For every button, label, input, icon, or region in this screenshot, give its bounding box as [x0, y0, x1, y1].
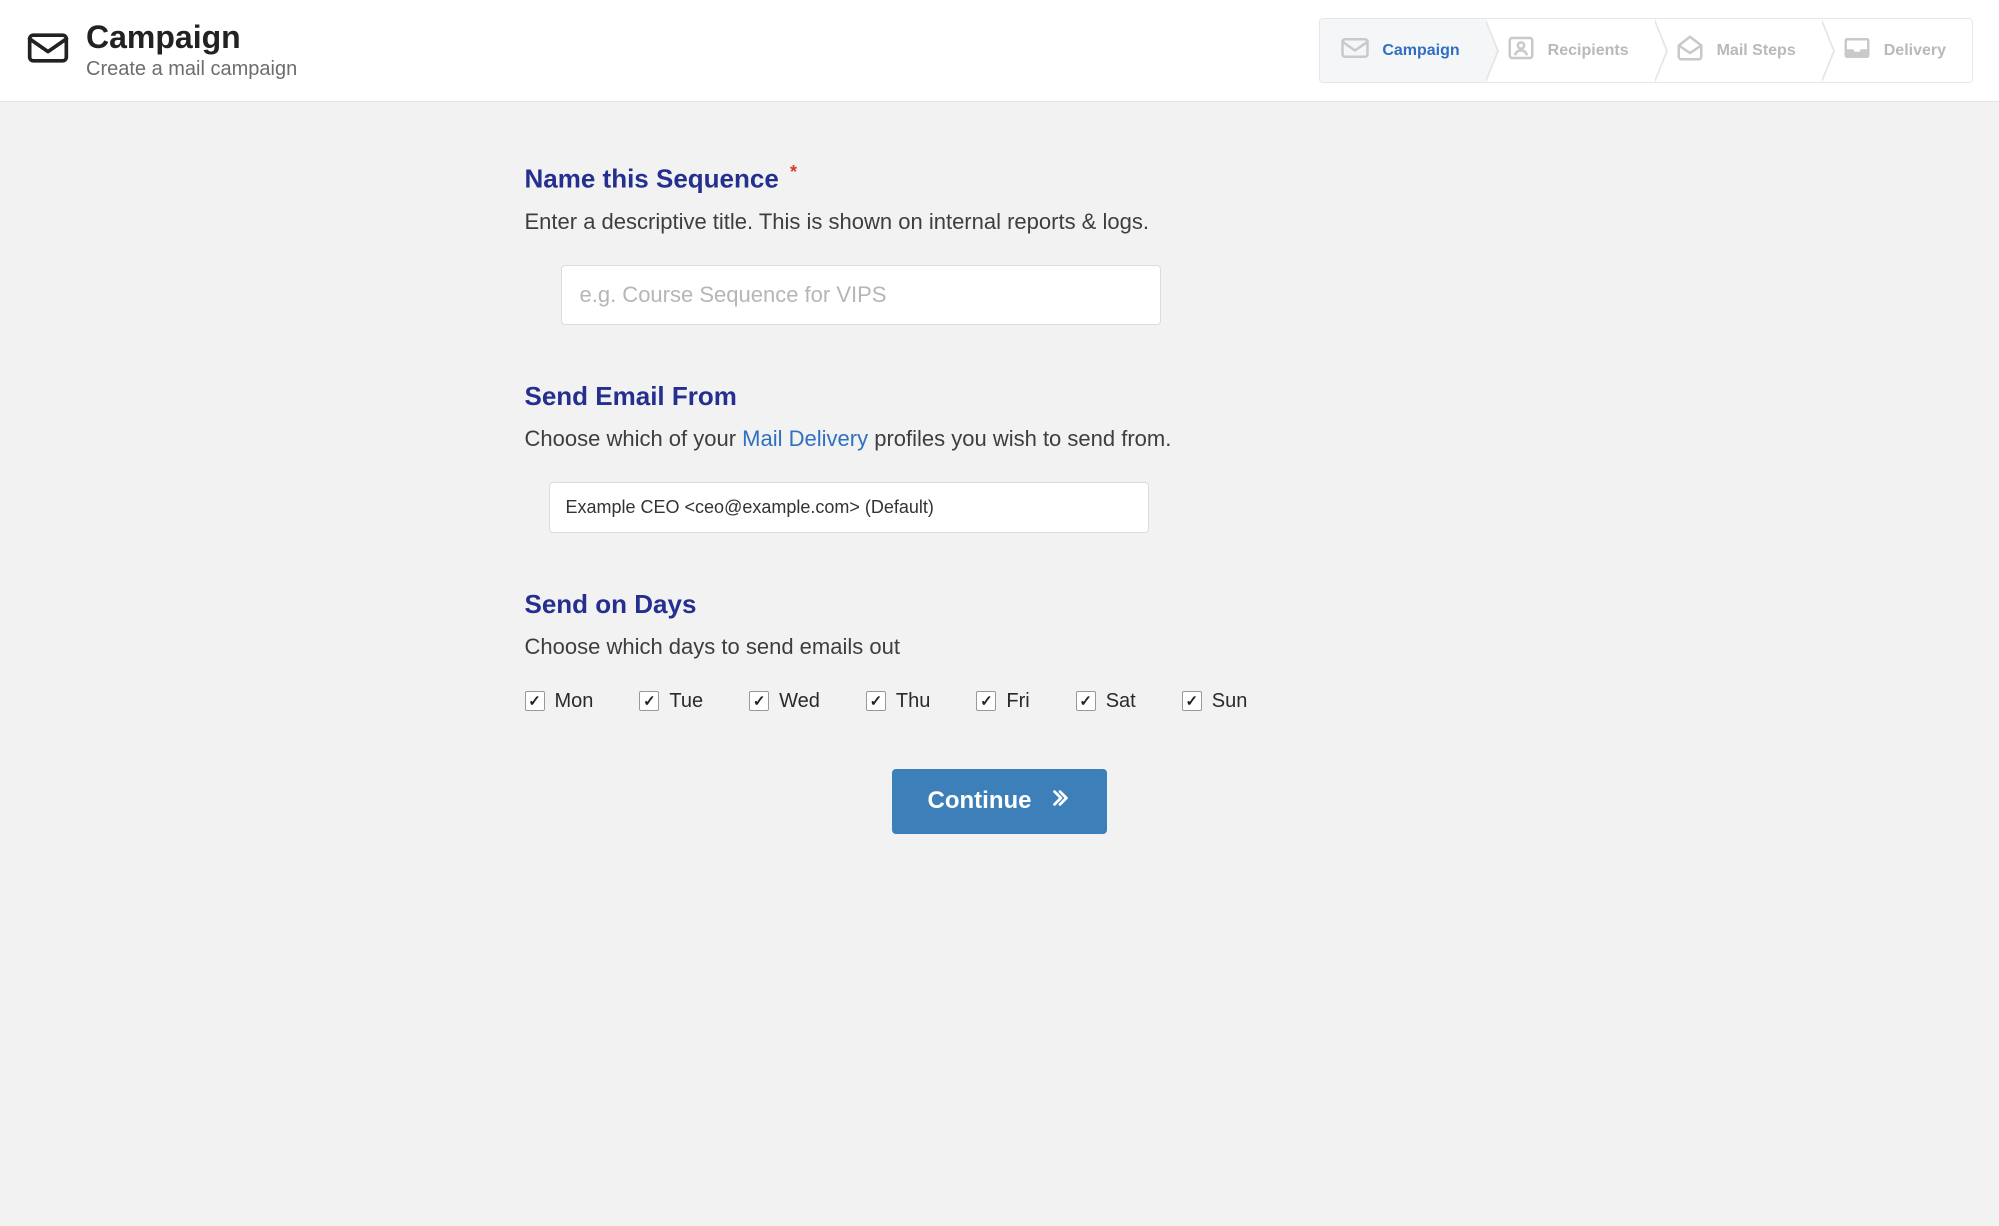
wizard-step-label: Campaign [1382, 42, 1459, 60]
required-asterisk-icon: * [790, 162, 797, 182]
day-label: Tue [669, 690, 703, 713]
contact-card-icon [1506, 33, 1536, 68]
checkbox-icon [1076, 691, 1096, 711]
inbox-icon [1842, 33, 1872, 68]
wizard-step-mail-steps[interactable]: Mail Steps [1655, 19, 1822, 82]
wizard-step-label: Mail Steps [1717, 42, 1796, 60]
section-heading-text: Name this Sequence [525, 164, 779, 194]
checkbox-icon [976, 691, 996, 711]
section-name-sequence: Name this Sequence * Enter a descriptive… [525, 162, 1475, 325]
checkbox-icon [525, 691, 545, 711]
continue-button-label: Continue [928, 787, 1032, 815]
wizard-step-label: Recipients [1548, 42, 1629, 60]
mail-profile-select[interactable]: Example CEO <ceo@example.com> (Default) [549, 482, 1149, 533]
page-title: Campaign [86, 20, 297, 55]
day-checkbox-mon[interactable]: Mon [525, 690, 594, 713]
help-text-part: profiles you wish to send from. [868, 426, 1171, 451]
day-checkbox-thu[interactable]: Thu [866, 690, 930, 713]
day-label: Thu [896, 690, 930, 713]
sequence-name-input[interactable] [561, 265, 1161, 325]
page-header: Campaign Create a mail campaign Campaign [0, 0, 1999, 102]
section-heading: Send on Days [525, 589, 1475, 620]
days-row: Mon Tue Wed Thu Fri [525, 690, 1475, 713]
section-help-text: Choose which days to send emails out [525, 634, 1475, 660]
mail-delivery-link[interactable]: Mail Delivery [742, 426, 868, 451]
section-send-from: Send Email From Choose which of your Mai… [525, 381, 1475, 533]
checkbox-icon [866, 691, 886, 711]
help-text-part: Choose which of your [525, 426, 743, 451]
section-help-text: Choose which of your Mail Delivery profi… [525, 426, 1475, 452]
day-label: Wed [779, 690, 820, 713]
day-checkbox-fri[interactable]: Fri [976, 690, 1029, 713]
day-checkbox-sun[interactable]: Sun [1182, 690, 1248, 713]
envelope-icon [1340, 33, 1370, 68]
day-checkbox-sat[interactable]: Sat [1076, 690, 1136, 713]
day-label: Sat [1106, 690, 1136, 713]
checkbox-icon [1182, 691, 1202, 711]
wizard-step-delivery[interactable]: Delivery [1822, 19, 1972, 82]
checkbox-icon [749, 691, 769, 711]
section-heading: Name this Sequence * [525, 162, 1475, 195]
header-left: Campaign Create a mail campaign [26, 20, 297, 80]
page-body: Name this Sequence * Enter a descriptive… [0, 102, 1999, 1226]
section-send-days: Send on Days Choose which days to send e… [525, 589, 1475, 713]
day-checkbox-wed[interactable]: Wed [749, 690, 820, 713]
wizard-step-campaign[interactable]: Campaign [1320, 19, 1485, 82]
envelope-icon [26, 26, 70, 75]
day-label: Sun [1212, 690, 1248, 713]
chevron-double-right-icon [1049, 787, 1071, 816]
checkbox-icon [639, 691, 659, 711]
section-help-text: Enter a descriptive title. This is shown… [525, 209, 1475, 235]
day-label: Mon [555, 690, 594, 713]
wizard-step-recipients[interactable]: Recipients [1486, 19, 1655, 82]
wizard-steps: Campaign Recipients Mail Steps [1319, 18, 1973, 83]
wizard-step-label: Delivery [1884, 42, 1946, 60]
section-heading: Send Email From [525, 381, 1475, 412]
continue-button[interactable]: Continue [892, 769, 1108, 834]
open-envelope-icon [1675, 33, 1705, 68]
day-label: Fri [1006, 690, 1029, 713]
day-checkbox-tue[interactable]: Tue [639, 690, 703, 713]
page-subtitle: Create a mail campaign [86, 58, 297, 81]
